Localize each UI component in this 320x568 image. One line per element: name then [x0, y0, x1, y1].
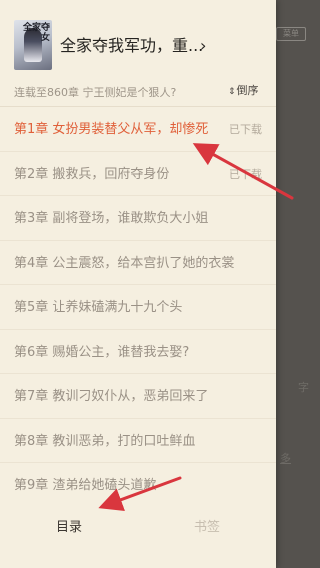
chapter-title: 第9章 渣弟给她磕头道歉: [14, 478, 157, 493]
reader-screen: 菜单 字 多 全家夺女 全家夺我军功，重... › 连载至860章 宁王侧妃是个…: [0, 0, 320, 568]
toc-info-row: 连载至860章 宁王侧妃是个狠人? ⇕倒序: [0, 80, 276, 102]
book-title[interactable]: 全家夺我军功，重...: [60, 36, 250, 56]
chapter-title: 第7章 教训刁奴仆从，恶弟回来了: [14, 389, 209, 404]
table-of-contents-drawer: 全家夺女 全家夺我军功，重... › 连载至860章 宁王侧妃是个狠人? ⇕倒序…: [0, 0, 276, 568]
chapter-download-status: 已下载: [229, 123, 262, 136]
book-cover: 全家夺女: [14, 20, 52, 70]
chapter-item[interactable]: 第8章 教训恶弟，打的口吐鲜血: [0, 419, 276, 463]
chapter-item[interactable]: 第2章 搬救兵，回府夺身份 已下载: [0, 152, 276, 196]
background-text-fragment: 字: [298, 381, 309, 394]
chapter-item[interactable]: 第4章 公主震怒，给本宫扒了她的衣裳: [0, 241, 276, 285]
chapter-title: 第8章 教训恶弟，打的口吐鲜血: [14, 433, 196, 449]
chapter-title: 第1章 女扮男装替父从军，却惨死: [14, 122, 209, 137]
chapter-download-status: 已下载: [229, 167, 262, 181]
chevron-right-icon[interactable]: ›: [200, 36, 206, 56]
sort-icon: ⇕: [228, 87, 236, 97]
sort-order-button[interactable]: ⇕倒序: [228, 82, 259, 100]
chapter-item[interactable]: 第7章 教训刁奴仆从，恶弟回来了: [0, 374, 276, 419]
sort-order-label: 倒序: [236, 84, 259, 97]
chapter-item[interactable]: 第9章 渣弟给她磕头道歉: [0, 463, 276, 508]
chapter-title: 第5章 让养妹磕满九十九个头: [14, 300, 183, 315]
chapter-title: 第2章 搬救兵，回府夺身份: [14, 166, 170, 182]
chapter-item[interactable]: 第3章 副将登场，谁敢欺负大小姐: [0, 196, 276, 241]
bottom-tab-bar: 目录 书签: [0, 506, 276, 552]
chapter-item[interactable]: 第1章 女扮男装替父从军，却惨死 已下载: [0, 107, 276, 152]
chapter-item[interactable]: 第6章 赐婚公主，谁替我去娶?: [0, 330, 276, 374]
chapter-title: 第4章 公主震怒，给本宫扒了她的衣裳: [14, 255, 235, 271]
tab-bookmarks[interactable]: 书签: [138, 518, 276, 538]
chapter-list: 第1章 女扮男装替父从军，却惨死 已下载 第2章 搬救兵，回府夺身份 已下载 第…: [0, 107, 276, 508]
book-header[interactable]: 全家夺女 全家夺我军功，重... ›: [0, 0, 276, 72]
tab-table-of-contents[interactable]: 目录: [0, 518, 138, 538]
chapter-title: 第6章 赐婚公主，谁替我去娶?: [14, 344, 190, 360]
chapter-title: 第3章 副将登场，谁敢欺负大小姐: [14, 211, 209, 226]
cover-title-text: 全家夺女: [22, 23, 50, 43]
chapter-item[interactable]: 第5章 让养妹磕满九十九个头: [0, 285, 276, 330]
background-text-fragment: 多: [280, 452, 291, 465]
serial-progress-text: 连载至860章 宁王侧妃是个狠人?: [14, 86, 177, 99]
background-menu-badge: 菜单: [276, 27, 306, 41]
